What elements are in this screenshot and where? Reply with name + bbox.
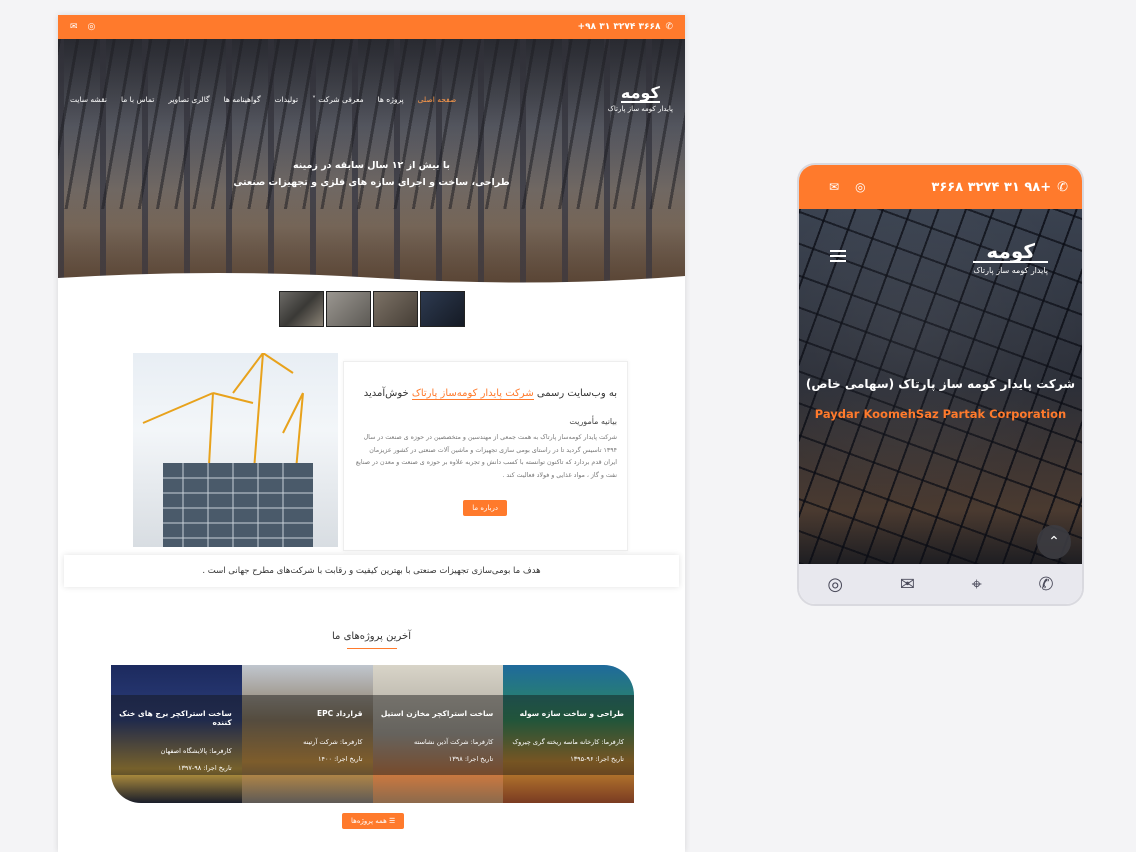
scroll-top-chevron-up-icon[interactable]: ⌃ [1037, 525, 1071, 559]
projects-list: طراحی و ساخت سازه سوله کارفرما: کارخانه م… [111, 665, 634, 803]
welcome-heading: به وب‌سایت رسمی شرکت پایدار کومه‌ساز پار… [363, 388, 617, 400]
location-icon[interactable]: ⌖ [972, 574, 982, 595]
mobile-bottom-bar: ◎ ✉ ⌖ ✆ [799, 564, 1082, 604]
menu-sitemap[interactable]: نقشه سایت [70, 95, 107, 104]
project-card[interactable]: ساخت استراکچر مخازن استیل کارفرما: شرکت آ… [372, 665, 504, 803]
slider-thumb[interactable] [372, 291, 418, 327]
hero-caption: با بیش از ۱۲ سال سابقه در زمینه طراحی، س… [58, 157, 685, 191]
logo-subtitle: پایدار کومه ساز پارتاک [607, 105, 673, 113]
menu-certificates[interactable]: گواهینامه ها [224, 95, 261, 104]
phone-number: ۳۶۶۸ ۳۲۷۴ ۳۱ ۹۸+ [931, 179, 1052, 195]
mission-title: بیانیه مأموریت [569, 417, 617, 426]
instagram-icon[interactable]: ◎ [88, 22, 96, 32]
email-icon[interactable]: ✉ [900, 574, 915, 595]
email-icon[interactable]: ✉ [829, 180, 839, 194]
menu-contact[interactable]: تماس با ما [121, 95, 154, 104]
menu-gallery[interactable]: گالری تصاویر [168, 95, 209, 104]
about-us-button[interactable]: درباره ما [463, 500, 507, 516]
phone-link[interactable]: ✆ ۳۶۶۸ ۳۲۷۴ ۳۱ ۹۸+ [578, 22, 673, 32]
hero-line-1: با بیش از ۱۲ سال سابقه در زمینه [293, 160, 450, 171]
about-section: به وب‌سایت رسمی شرکت پایدار کومه‌ساز پار… [133, 352, 628, 551]
menu-products[interactable]: تولیدات [275, 95, 299, 104]
menu-projects[interactable]: پروژه ها [378, 95, 404, 104]
hero-wave [58, 273, 685, 289]
mobile-logo[interactable]: کومه پایدار کومه ساز پارتاک [973, 241, 1048, 275]
mission-text: شرکت پایدار کومه‌ساز پارتاک به همت جمعی … [355, 434, 617, 479]
slider-thumb[interactable] [419, 291, 465, 327]
desktop-preview: ✆ ۳۶۶۸ ۳۲۷۴ ۳۱ ۹۸+ ✉ ◎ کومه پایدار کومه ساز… [58, 15, 685, 852]
hero-line-2: طراحی، ساخت و اجرای سازه های فلزی و تجهی… [233, 177, 510, 188]
crane-image [133, 352, 338, 547]
logo[interactable]: کومه پایدار کومه ساز پارتاک [607, 83, 673, 114]
mobile-phone-link[interactable]: ۳۶۶۸ ۳۲۷۴ ۳۱ ۹۸+ ✆ [931, 180, 1068, 195]
main-nav: کومه پایدار کومه ساز پارتاک صفحه اصلی پرو… [70, 83, 673, 114]
top-bar: ✆ ۳۶۶۸ ۳۲۷۴ ۳۱ ۹۸+ ✉ ◎ [58, 15, 685, 39]
project-card[interactable]: ساخت استراکچر برج های خنک کننده کارفرما: … [111, 665, 242, 803]
menu-home[interactable]: صفحه اصلی [418, 95, 457, 104]
mobile-hero: کومه پایدار کومه ساز پارتاک شرکت پایدار ک… [799, 209, 1082, 564]
menu-about[interactable]: معرفی شرکت ˅ [312, 95, 364, 104]
hamburger-menu-icon[interactable] [830, 247, 846, 265]
project-card[interactable]: طراحی و ساخت سازه سوله کارفرما: کارخانه م… [503, 665, 634, 803]
phone-icon[interactable]: ✆ [1039, 574, 1054, 595]
slider-thumbnails [58, 291, 685, 327]
project-card[interactable]: قرارداد EPC کارفرما: شرکت آرتینه تاریخ اجر… [241, 665, 373, 803]
mobile-subheading: Paydar KoomehSaz Partak Corporation [814, 407, 1067, 421]
instagram-icon[interactable]: ◎ [855, 180, 865, 194]
projects-title: آخرین پروژه‌های ما [58, 631, 685, 649]
phone-icon: ✆ [1057, 179, 1068, 195]
phone-number: ۳۶۶۸ ۳۲۷۴ ۳۱ ۹۸+ [577, 22, 661, 32]
email-icon[interactable]: ✉ [70, 22, 78, 32]
mobile-heading: شرکت پایدار کومه ساز پارتاک (سهامی خاص) [805, 377, 1076, 391]
slider-thumb[interactable] [278, 291, 324, 327]
about-card: به وب‌سایت رسمی شرکت پایدار کومه‌ساز پار… [343, 361, 628, 551]
mobile-preview: ✉ ◎ ۳۶۶۸ ۳۲۷۴ ۳۱ ۹۸+ ✆ کومه پایدار کومه ساز… [797, 163, 1084, 606]
hero-banner: کومه پایدار کومه ساز پارتاک صفحه اصلی پرو… [58, 39, 685, 289]
all-projects-button[interactable]: ☰ همه پروژه‌ها [342, 813, 405, 829]
company-name: شرکت پایدار کومه‌ساز پارتاک [411, 388, 534, 400]
slider-thumb[interactable] [325, 291, 371, 327]
phone-icon: ✆ [665, 22, 673, 32]
mobile-top-bar: ✉ ◎ ۳۶۶۸ ۳۲۷۴ ۳۱ ۹۸+ ✆ [799, 165, 1082, 209]
goal-banner: هدف ما بومی‌سازی تجهیزات صنعتی با بهترین… [64, 555, 679, 587]
instagram-icon[interactable]: ◎ [827, 574, 843, 595]
logo-mark: کومه [620, 83, 660, 103]
